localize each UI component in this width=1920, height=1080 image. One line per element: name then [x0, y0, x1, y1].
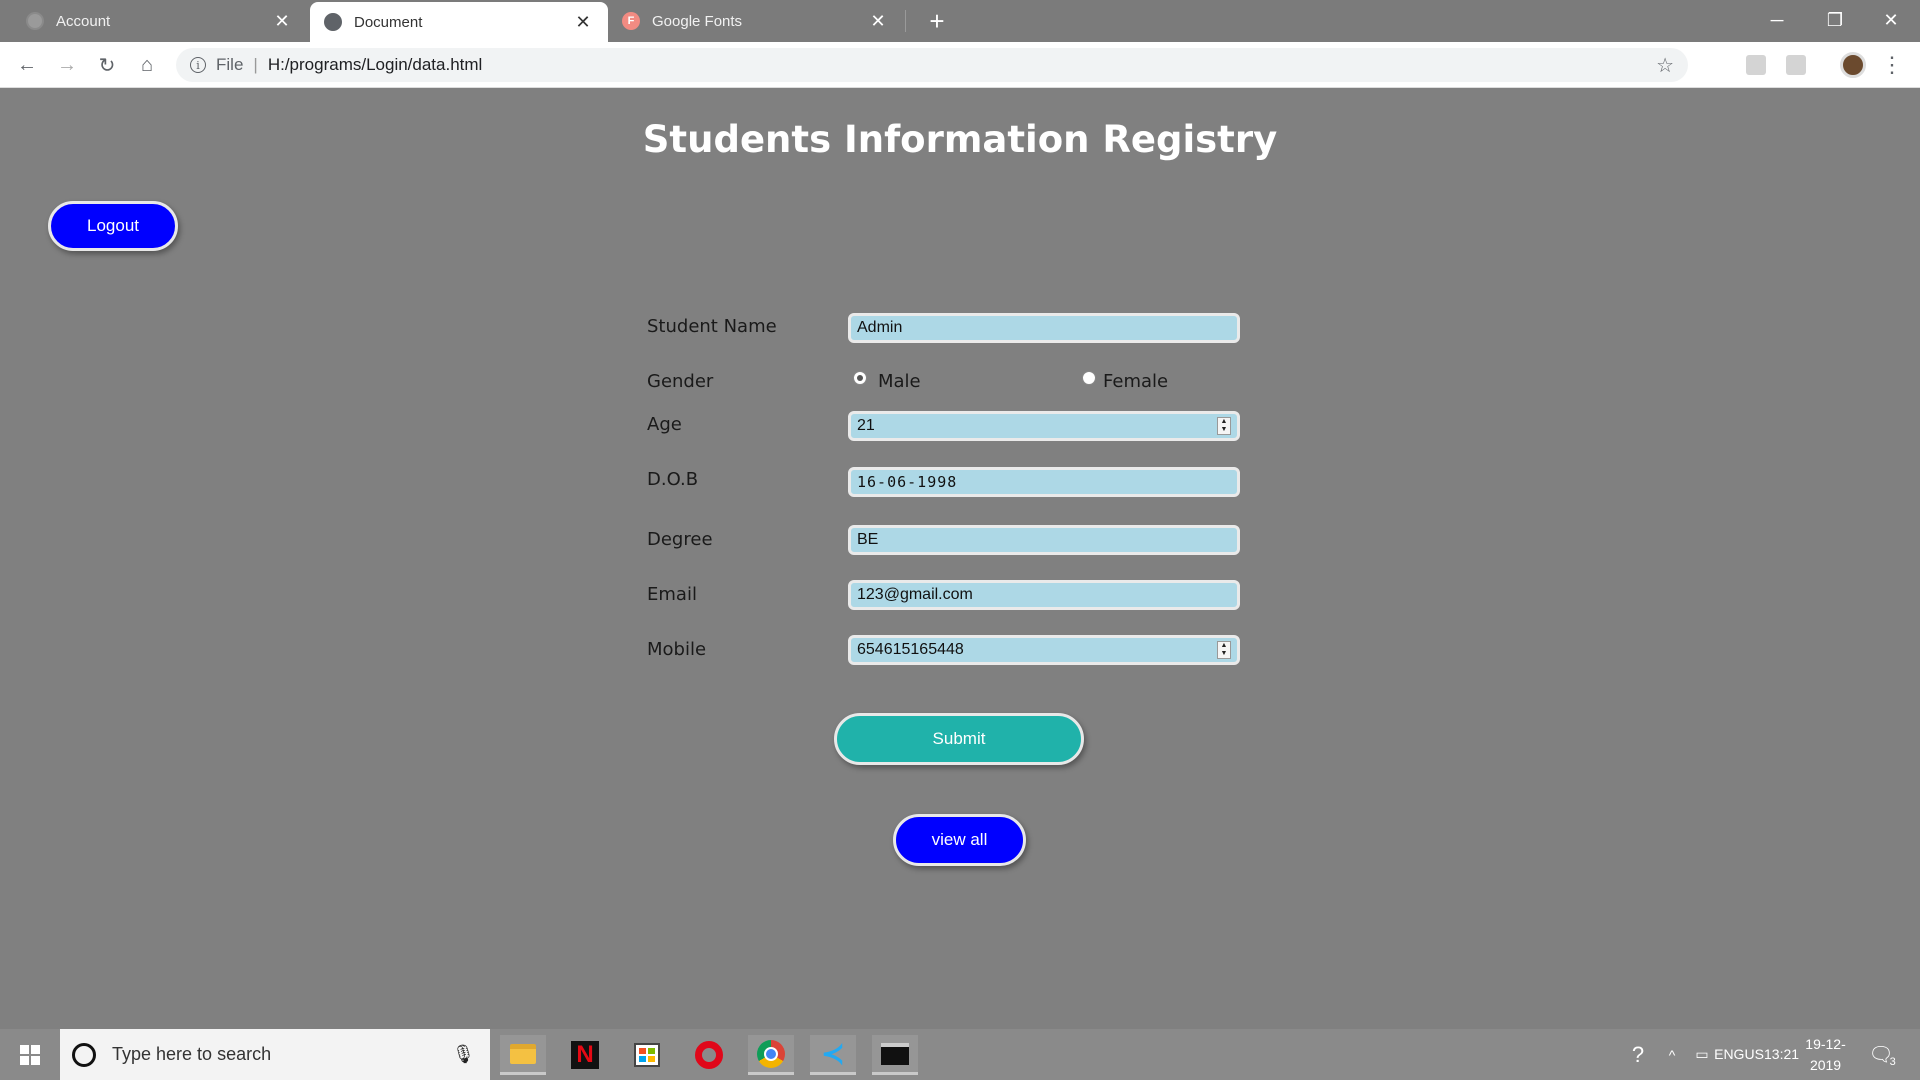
- page-title: Students Information Registry: [642, 118, 1278, 161]
- taskbar-search[interactable]: Type here to search 🎙: [60, 1029, 490, 1080]
- file-explorer-icon[interactable]: [500, 1035, 546, 1075]
- submit-button[interactable]: Submit: [834, 713, 1084, 765]
- scheme-label: File: [216, 55, 244, 74]
- spinner-icon[interactable]: ▲ ▼: [1217, 641, 1231, 659]
- degree-label: Degree: [647, 529, 713, 550]
- date-text: 19-12-2019: [1805, 1035, 1846, 1073]
- language-text: ENG: [1714, 1046, 1745, 1062]
- extension-icon[interactable]: [1786, 55, 1806, 75]
- gender-label: Gender: [647, 371, 714, 392]
- chrome-icon[interactable]: [748, 1035, 794, 1075]
- mobile-field[interactable]: 654615165448 ▲ ▼: [848, 635, 1240, 665]
- tab-bar: Account ✕ Document ✕ F Google Fonts ✕ + …: [0, 0, 1920, 42]
- search-placeholder: Type here to search: [112, 1044, 272, 1064]
- tab-account[interactable]: Account ✕: [12, 0, 307, 42]
- notifications-icon[interactable]: 🗨 3: [1862, 1029, 1902, 1080]
- dob-value: 16-06-1998: [857, 473, 958, 491]
- vscode-icon[interactable]: ≺: [810, 1035, 856, 1075]
- url-text[interactable]: H:/programs/Login/data.html: [268, 55, 1656, 75]
- student-name-field[interactable]: Admin: [848, 313, 1240, 343]
- gender-male-radio[interactable]: [853, 371, 867, 385]
- dob-label: D.O.B: [647, 469, 699, 490]
- minimize-button[interactable]: ─: [1748, 0, 1806, 40]
- home-icon[interactable]: ⌂: [132, 50, 162, 80]
- store-icon[interactable]: [624, 1035, 670, 1075]
- menu-icon[interactable]: ⋮: [1881, 50, 1903, 80]
- gender-female-label: Female: [1103, 371, 1169, 392]
- globe-icon: [26, 12, 44, 30]
- logout-button[interactable]: Logout: [48, 201, 178, 251]
- help-icon[interactable]: ?: [1620, 1029, 1656, 1080]
- tab-title: Document: [354, 13, 423, 31]
- gender-male-label: Male: [878, 371, 921, 392]
- browser-toolbar: ← → ↻ ⌂ i File | H:/programs/Login/data.…: [0, 42, 1920, 88]
- opera-icon[interactable]: [686, 1035, 732, 1075]
- email-value: 123@gmail.com: [857, 586, 973, 603]
- avatar[interactable]: [1840, 52, 1866, 78]
- address-separator: |: [253, 55, 258, 74]
- back-arrow-icon[interactable]: ←: [12, 50, 42, 80]
- language-indicator[interactable]: ENG US: [1714, 1029, 1764, 1080]
- info-icon[interactable]: i: [190, 57, 206, 73]
- forward-arrow-icon[interactable]: →: [52, 50, 82, 80]
- chevron-up-icon[interactable]: ^: [1660, 1029, 1684, 1080]
- globe-icon: [324, 13, 342, 31]
- close-window-button[interactable]: ✕: [1862, 0, 1920, 40]
- age-field[interactable]: 21 ▲ ▼: [848, 411, 1240, 441]
- mobile-value: 654615165448: [857, 641, 964, 658]
- close-icon[interactable]: ✕: [271, 10, 293, 32]
- tab-document[interactable]: Document ✕: [310, 2, 608, 42]
- windows-icon: [20, 1044, 40, 1065]
- start-button[interactable]: [0, 1029, 60, 1080]
- clock[interactable]: 13:21 19-12-2019: [1764, 1029, 1852, 1080]
- tab-google-fonts[interactable]: F Google Fonts ✕: [608, 0, 903, 42]
- degree-field[interactable]: BE: [848, 525, 1240, 555]
- battery-icon[interactable]: ▭: [1688, 1029, 1716, 1080]
- close-icon[interactable]: ✕: [572, 11, 594, 33]
- terminal-icon[interactable]: [872, 1035, 918, 1075]
- new-tab-button[interactable]: +: [922, 6, 952, 36]
- age-label: Age: [647, 414, 682, 435]
- tab-title: Account: [56, 12, 111, 30]
- restore-button[interactable]: ❐: [1806, 0, 1864, 40]
- time-text: 13:21: [1764, 1046, 1800, 1062]
- bookmark-star-icon[interactable]: ☆: [1656, 53, 1674, 78]
- degree-value: BE: [857, 531, 879, 548]
- netflix-icon[interactable]: N: [562, 1035, 608, 1075]
- region-text: US: [1744, 1046, 1764, 1062]
- mobile-label: Mobile: [647, 639, 707, 660]
- address-bar[interactable]: i File | H:/programs/Login/data.html ☆: [176, 48, 1688, 82]
- reload-icon[interactable]: ↻: [92, 50, 122, 80]
- age-value: 21: [857, 417, 875, 434]
- dob-field[interactable]: 16-06-1998: [848, 467, 1240, 497]
- microphone-icon[interactable]: 🎙: [452, 1044, 476, 1065]
- notification-count: 3: [1889, 1055, 1896, 1068]
- gender-female-radio[interactable]: [1082, 371, 1096, 385]
- tab-divider: [905, 10, 906, 32]
- view-all-button[interactable]: view all: [893, 814, 1026, 866]
- cortana-icon[interactable]: [72, 1042, 96, 1067]
- student-name-value: Admin: [857, 319, 903, 336]
- google-fonts-icon: F: [622, 12, 640, 30]
- student-name-label: Student Name: [647, 316, 777, 337]
- tab-title: Google Fonts: [652, 12, 743, 30]
- close-icon[interactable]: ✕: [867, 10, 889, 32]
- taskbar: Type here to search 🎙 N ≺ ? ^ ▭ ENG US 1…: [0, 1029, 1920, 1080]
- email-field[interactable]: 123@gmail.com: [848, 580, 1240, 610]
- pdf-extension-icon[interactable]: [1746, 55, 1766, 75]
- spinner-icon[interactable]: ▲ ▼: [1217, 417, 1231, 435]
- email-label: Email: [647, 584, 697, 605]
